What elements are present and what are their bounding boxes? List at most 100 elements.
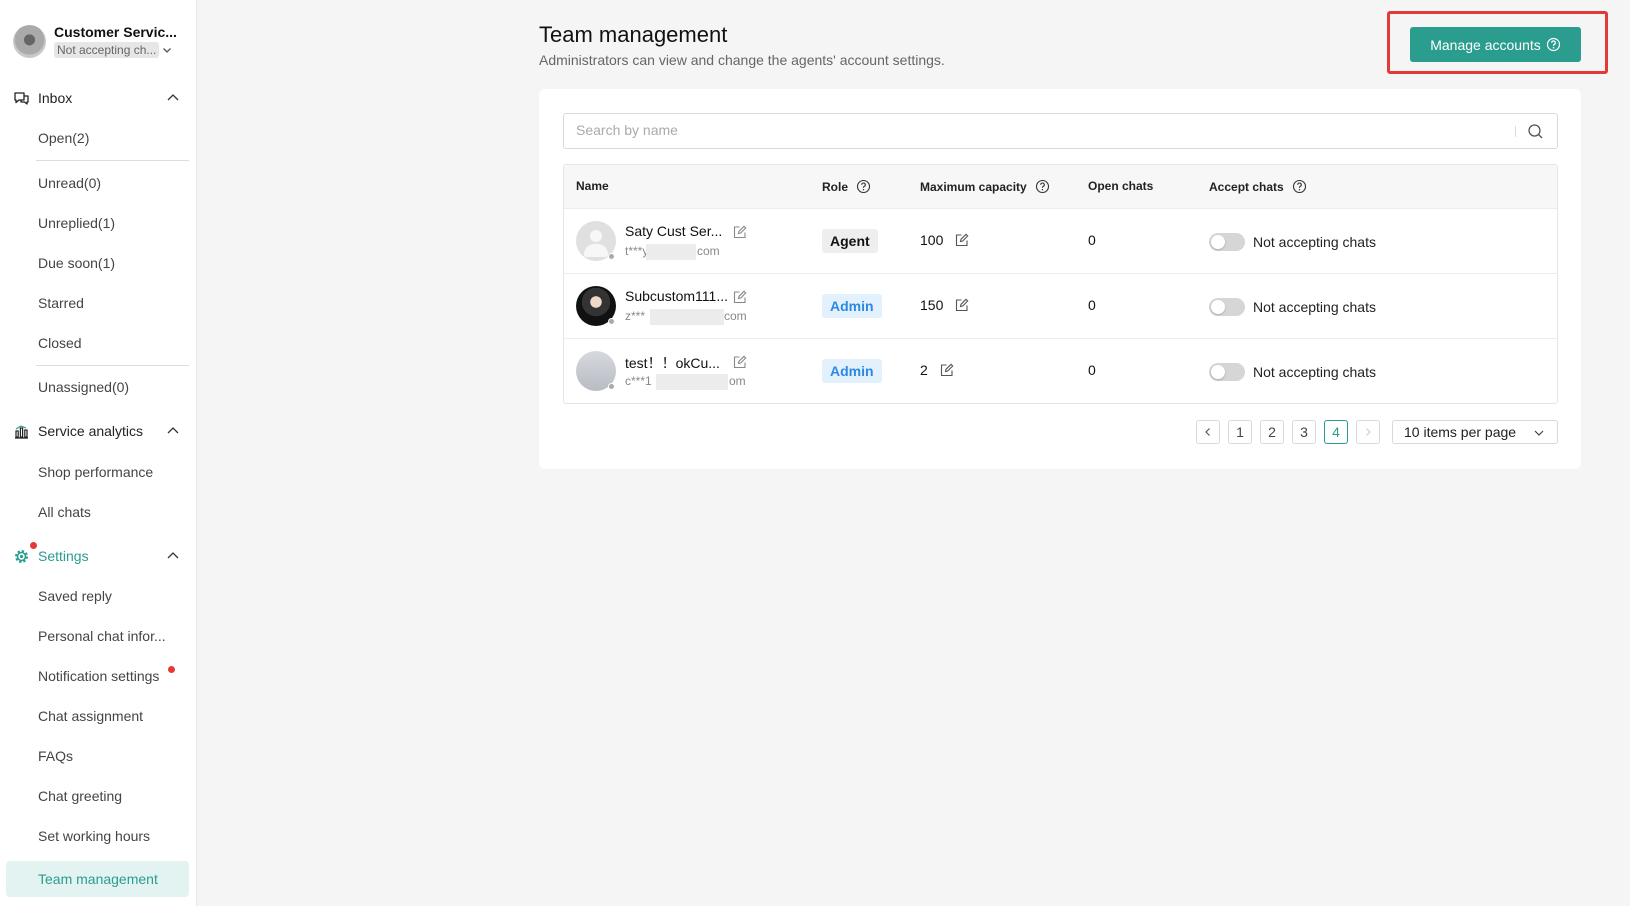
notification-dot [30,542,37,549]
search-box[interactable] [563,113,1558,149]
edit-icon[interactable] [940,363,954,377]
capacity-value: 2 [920,362,928,378]
manage-accounts-button[interactable]: Manage accounts [1410,27,1581,62]
table-row: Saty Cust Ser... t***y com Agent 100 0 N… [564,208,1557,273]
bar-chart-icon [15,424,28,439]
agent-email-suffix: om [729,374,746,388]
chevron-up-icon[interactable] [166,424,180,438]
role-badge: Agent [822,229,878,253]
sidebar-section-inbox[interactable]: Inbox [0,83,197,113]
accept-chats-toggle[interactable] [1209,363,1245,381]
sidebar-item-all-chats[interactable]: All chats [38,502,91,522]
column-header-name: Name [576,179,609,193]
help-icon[interactable] [1035,179,1050,194]
sidebar: Customer Servic... Not accepting ch... I… [0,0,197,906]
accept-chats-label: Not accepting chats [1253,234,1376,250]
manage-accounts-label: Manage accounts [1430,36,1541,53]
sidebar-item-unreplied[interactable]: Unreplied(1) [38,213,115,233]
capacity-value: 150 [920,297,944,313]
sidebar-item-working-hours[interactable]: Set working hours [38,826,150,846]
page-button-1[interactable]: 1 [1228,420,1252,444]
agent-email: z*** [625,309,646,323]
edit-icon[interactable] [733,290,747,304]
avatar [13,24,46,58]
redaction-mask [646,244,696,260]
agent-name: Saty Cust Ser... [625,223,723,239]
sidebar-item-notification-settings[interactable]: Notification settings [38,666,159,686]
avatar [576,286,616,326]
chevron-left-icon [1205,428,1210,436]
sidebar-item-saved-reply[interactable]: Saved reply [38,586,112,606]
sidebar-item-unread[interactable]: Unread(0) [38,173,101,193]
edit-icon[interactable] [733,225,747,239]
sidebar-item-team-management[interactable]: Team management [38,869,158,889]
agent-email: c***1 [625,374,652,388]
sidebar-section-label: Service analytics [38,423,144,439]
prev-page-button[interactable] [1196,420,1220,444]
sidebar-item-shop-performance[interactable]: Shop performance [38,462,153,482]
accept-chats-label: Not accepting chats [1253,299,1376,315]
sidebar-item-faqs[interactable]: FAQs [38,746,73,766]
sidebar-item-starred[interactable]: Starred [38,293,84,313]
chevron-up-icon[interactable] [166,91,180,105]
page-size-label: 10 items per page [1404,424,1517,440]
sidebar-item-due-soon[interactable]: Due soon(1) [38,253,115,273]
sidebar-item-open[interactable]: Open(2) [38,128,89,148]
column-header-capacity: Maximum capacity [920,179,1050,194]
edit-icon[interactable] [955,298,969,312]
agent-name: Subcustom111... [625,288,728,304]
open-chats-value: 0 [1088,232,1096,248]
profile-name: Customer Servic... [54,23,177,40]
page-subtitle: Administrators can view and change the a… [539,52,945,68]
avatar [576,221,616,261]
page-button-2[interactable]: 2 [1260,420,1284,444]
team-table: Name Role Maximum capacity Open chats Ac… [563,164,1558,404]
page-title: Team management [539,22,728,47]
help-icon[interactable] [856,179,871,194]
sidebar-section-label: Inbox [38,90,73,106]
sidebar-item-closed[interactable]: Closed [38,333,82,353]
redaction-mask [650,309,724,325]
sidebar-item-personal-chat-info[interactable]: Personal chat infor... [38,626,166,646]
edit-icon[interactable] [733,355,747,369]
column-header-role: Role [822,179,871,194]
table-header: Name Role Maximum capacity Open chats Ac… [564,165,1557,208]
search-icon[interactable] [1527,123,1544,140]
status-label: Not accepting ch... [54,41,160,58]
role-badge: Admin [822,359,882,383]
chevron-down-icon [163,47,172,53]
agent-email: t***y [625,244,649,258]
role-badge: Admin [822,294,882,318]
table-row: Subcustom111... z*** com Admin 150 0 Not… [564,273,1557,338]
open-chats-value: 0 [1088,362,1096,378]
divider [36,365,189,366]
edit-icon[interactable] [955,233,969,247]
page-button-3[interactable]: 3 [1292,420,1316,444]
chevron-up-icon[interactable] [166,549,180,563]
sidebar-item-chat-assignment[interactable]: Chat assignment [38,706,143,726]
table-row: test！！okCu... c***1 om Admin 2 0 Not acc… [564,338,1557,403]
capacity-value: 100 [920,232,944,248]
redaction-mask [656,374,728,390]
accept-chats-label: Not accepting chats [1253,364,1376,380]
open-chats-value: 0 [1088,297,1096,313]
chat-bubbles-icon [14,91,29,105]
search-input[interactable] [576,122,1476,138]
status-dropdown[interactable]: Not accepting ch... [54,41,172,58]
accept-chats-toggle[interactable] [1209,298,1245,316]
page-size-select[interactable]: 10 items per page [1392,420,1558,444]
help-icon[interactable] [1292,179,1307,194]
next-page-button[interactable] [1356,420,1380,444]
sidebar-item-unassigned[interactable]: Unassigned(0) [38,377,129,397]
notification-dot [168,666,175,673]
sidebar-section-analytics[interactable]: Service analytics [0,416,197,446]
page-button-4[interactable]: 4 [1324,420,1348,444]
presence-dot [608,253,615,260]
column-header-open-chats: Open chats [1088,179,1154,193]
profile-switcher[interactable]: Customer Servic... Not accepting ch... [0,0,196,66]
agent-email-suffix: com [724,309,747,323]
presence-dot [608,318,615,325]
team-card: Name Role Maximum capacity Open chats Ac… [539,89,1581,469]
sidebar-item-chat-greeting[interactable]: Chat greeting [38,786,122,806]
accept-chats-toggle[interactable] [1209,233,1245,251]
